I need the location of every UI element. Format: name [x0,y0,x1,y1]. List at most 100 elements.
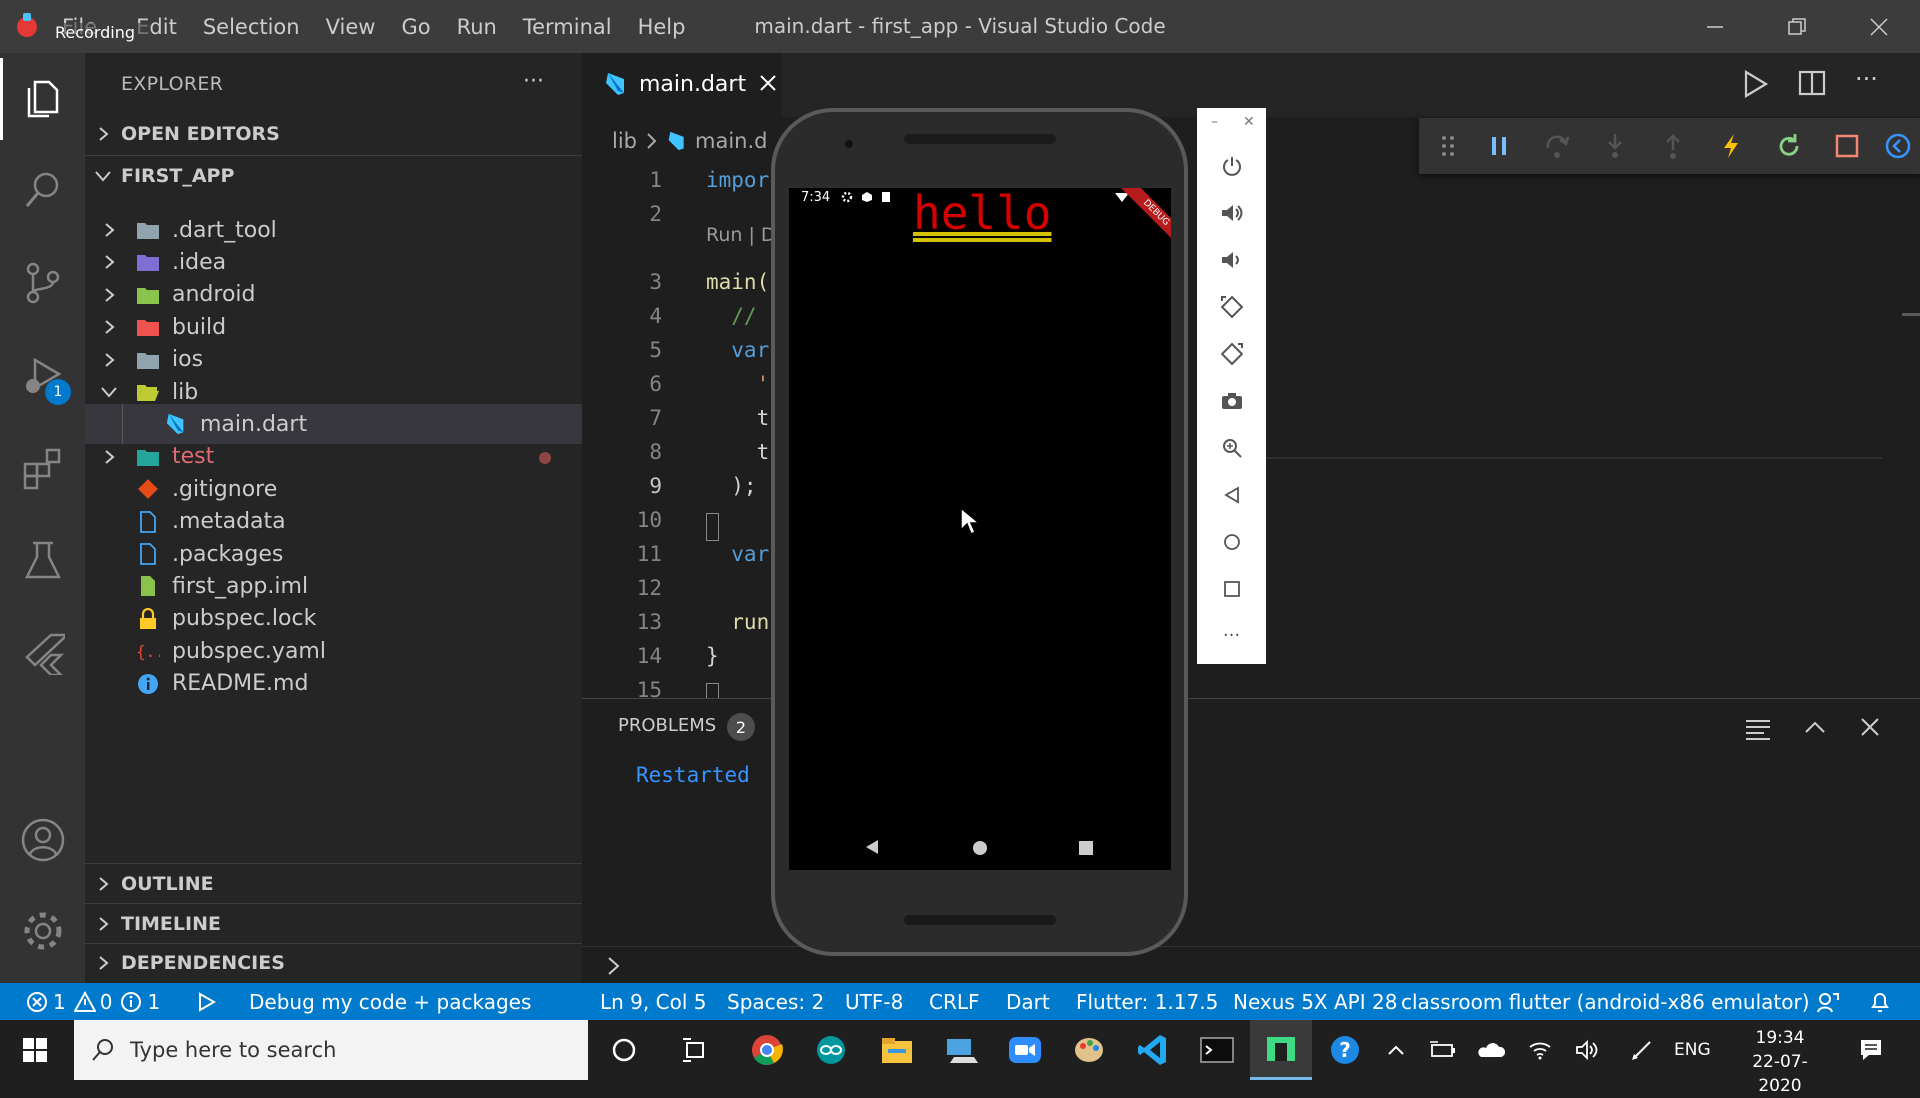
action-center-icon[interactable] [1840,1020,1902,1080]
input-language[interactable]: ENG [1674,1020,1711,1080]
taskbar-search[interactable]: Type here to search [74,1020,588,1080]
android-overview-button[interactable] [1077,839,1095,857]
files-icon[interactable] [0,53,85,143]
power-icon[interactable] [1197,142,1266,189]
maximize-panel-icon[interactable] [1804,719,1826,735]
overview-icon[interactable] [1197,565,1266,612]
menu-help[interactable]: Help [625,15,699,39]
windows-start-icon[interactable] [4,1020,66,1080]
drag-handle-icon[interactable] [1419,118,1477,174]
dependencies-header[interactable]: DEPENDENCIES [85,944,582,982]
explorer-sidebar: EXPLORER ··· OPEN EDITORS FIRST_APP .dar… [85,53,582,983]
close-tab-icon[interactable] [758,73,778,93]
flutter-icon[interactable] [0,608,85,698]
stop-icon[interactable] [1818,118,1876,174]
minimize-button[interactable] [1674,0,1756,53]
step-out-icon[interactable] [1644,118,1702,174]
extensions-icon[interactable] [0,423,85,513]
flutter-version[interactable]: Flutter: 1.17.5 [1076,983,1218,1020]
camera-icon[interactable] [1197,377,1266,424]
zoom-icon[interactable] [1197,424,1266,471]
android-studio-icon[interactable] [1250,1020,1312,1080]
indentation[interactable]: Spaces: 2 [727,983,824,1020]
devtools-icon[interactable] [1869,118,1920,174]
gear-icon[interactable] [0,886,85,976]
run-file-icon[interactable] [1741,69,1769,99]
terminal-icon[interactable] [1186,1020,1248,1080]
more-actions-icon[interactable]: ··· [523,69,544,94]
feedback-icon[interactable] [1816,983,1840,1020]
menu-go[interactable]: Go [388,15,443,39]
editor-more-icon[interactable]: ··· [1855,65,1878,93]
split-editor-icon[interactable] [1798,69,1826,97]
menu-run[interactable]: Run [444,15,510,39]
line-endings[interactable]: CRLF [929,983,980,1020]
notifications-bell-icon[interactable] [1869,983,1891,1020]
filter-lines-icon[interactable] [1744,717,1772,741]
zoom-app-icon[interactable] [994,1020,1056,1080]
debug-console-output: Restarted [636,763,750,787]
menu-view[interactable]: View [313,15,389,39]
clock[interactable]: 19:34 22-07-2020 [1734,1026,1826,1098]
android-back-button[interactable] [863,838,881,856]
testing-icon[interactable] [0,516,85,606]
tab-main-dart[interactable]: main.dart [582,53,782,117]
cursor-position[interactable]: Ln 9, Col 5 [600,983,706,1020]
open-editors-header[interactable]: OPEN EDITORS [85,115,582,153]
problems-status[interactable]: 1 0 1 [26,983,160,1020]
paint-app-icon[interactable] [1058,1020,1120,1080]
cortana-icon[interactable] [593,1020,655,1080]
pen-icon[interactable] [1612,1020,1672,1080]
home-icon[interactable] [1197,518,1266,565]
emulator-minimize-icon[interactable]: – [1211,114,1218,130]
emulator-close-icon[interactable]: ✕ [1243,114,1255,130]
hot-reload-icon[interactable] [1702,118,1760,174]
codelens-run-debug[interactable]: Run | D [706,224,776,246]
volume-icon[interactable] [1558,1020,1618,1080]
close-window-button[interactable] [1838,0,1920,53]
network-app-icon[interactable] [930,1020,992,1080]
dart-file-icon [667,130,687,152]
restore-button[interactable] [1756,0,1838,53]
language-mode[interactable]: Dart [1006,983,1050,1020]
step-into-icon[interactable] [1586,118,1644,174]
timeline-header[interactable]: TIMELINE [85,905,582,943]
menu-selection[interactable]: Selection [190,15,313,39]
arduino-icon[interactable] [800,1020,862,1080]
volume-down-icon[interactable] [1197,236,1266,283]
debug-badge: 1 [45,379,71,405]
encoding[interactable]: UTF-8 [845,983,903,1020]
problems-tab[interactable]: PROBLEMS [618,715,716,736]
rotate-right-icon[interactable] [1197,330,1266,377]
tree-item-readme-md[interactable]: README.md [85,664,582,704]
search-icon[interactable] [0,145,85,235]
menu-terminal[interactable]: Terminal [510,15,625,39]
run-debug-icon[interactable]: 1 [0,331,85,421]
breadcrumb-lib[interactable]: lib [612,129,637,153]
device-selector[interactable]: Nexus 5X API 28 [1233,983,1397,1020]
task-view-icon[interactable] [664,1020,726,1080]
outline-header[interactable]: OUTLINE [85,865,582,903]
android-home-button[interactable] [971,839,989,857]
source-control-icon[interactable] [0,238,85,328]
vscode-icon[interactable] [1122,1020,1184,1080]
console-input-chevron-icon[interactable] [606,955,622,977]
volume-up-icon[interactable] [1197,189,1266,236]
file-explorer-icon[interactable] [866,1020,928,1080]
step-over-icon[interactable] [1528,118,1586,174]
hot-restart-icon[interactable] [1760,118,1818,174]
emulator-screen[interactable]: 7:34 DEBUG hello [789,186,1171,870]
emulator-name[interactable]: classroom flutter (android-x86 emulator) [1401,983,1810,1020]
more-icon[interactable]: ··· [1197,612,1266,659]
account-icon[interactable] [0,795,85,885]
project-header[interactable]: FIRST_APP [85,157,582,195]
pause-icon[interactable] [1470,118,1528,174]
rotate-left-icon[interactable] [1197,283,1266,330]
menu-file[interactable]: File Recording [36,15,149,42]
chrome-icon[interactable] [736,1020,798,1080]
breadcrumb-file[interactable]: main.d [695,129,767,153]
debug-play-icon[interactable] [196,983,216,1020]
debug-config[interactable]: Debug my code + packages [249,983,531,1020]
close-panel-icon[interactable] [1860,717,1880,737]
back-icon[interactable] [1197,471,1266,518]
